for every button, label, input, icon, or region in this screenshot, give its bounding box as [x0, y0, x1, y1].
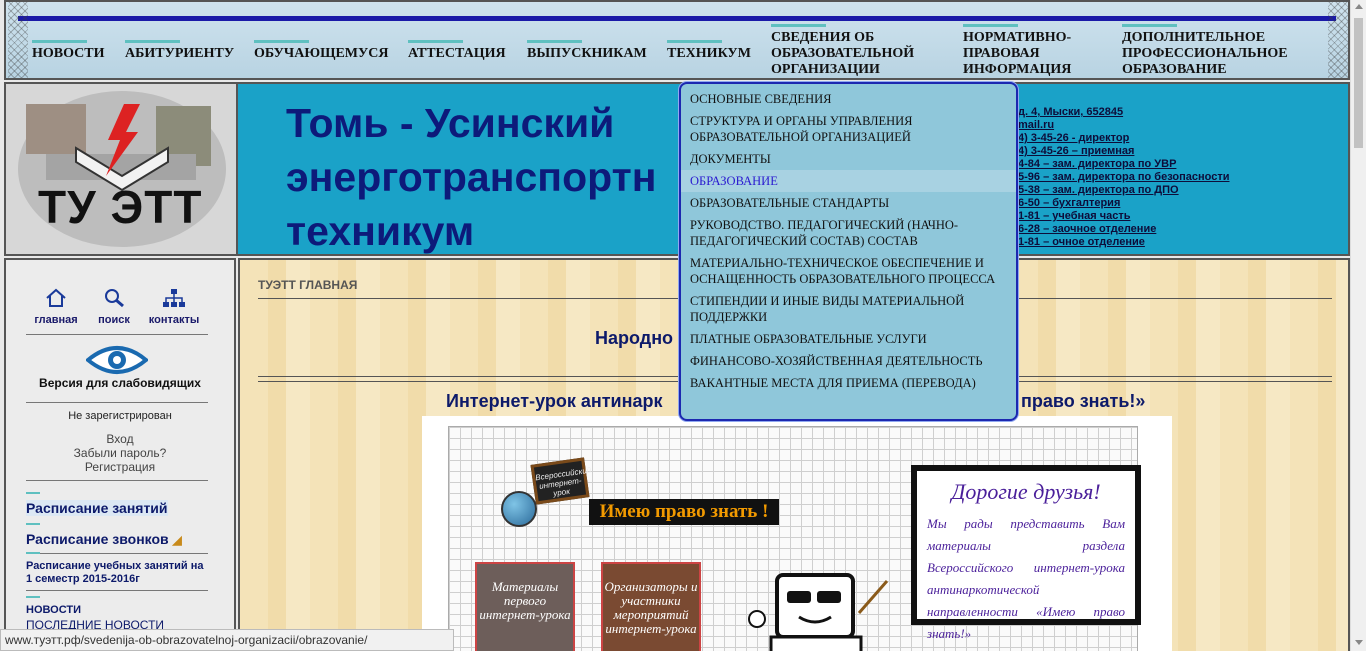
left-sidebar: главная поиск контакты Версия для слабов…: [4, 258, 236, 651]
breadcrumb[interactable]: ТУЭТТ ГЛАВНАЯ: [258, 278, 357, 292]
contact-line: д. 4, Мыски, 652845: [1018, 106, 1124, 118]
site-logo[interactable]: ТУ ЭТТ: [6, 84, 238, 254]
nav-item-students[interactable]: ОБУЧАЮЩЕМУСЯ: [254, 40, 389, 62]
divider: [26, 334, 208, 335]
divider: [26, 590, 208, 591]
forgot-password-link[interactable]: Забыли пароль?: [6, 446, 234, 460]
menu-item-scholarships[interactable]: СТИПЕНДИИ И ИНЫЕ ВИДЫ МАТЕРИАЛЬНОЙ ПОДДЕ…: [681, 290, 1016, 328]
quick-link-search[interactable]: поиск: [84, 288, 144, 326]
register-link[interactable]: Регистрация: [6, 460, 234, 474]
eye-icon[interactable]: [86, 344, 148, 376]
sitemap-icon: [163, 289, 185, 307]
menu-item-structure[interactable]: СТРУКТУРА И ОРГАНЫ УПРАВЛЕНИЯ ОБРАЗОВАТЕ…: [681, 110, 1016, 148]
globe-icon: [501, 491, 537, 527]
quick-link-label: поиск: [98, 314, 130, 326]
nav-item-graduates[interactable]: ВЫПУСКНИКАМ: [527, 40, 647, 62]
divider: [26, 480, 208, 481]
menu-item-paid-services[interactable]: ПЛАТНЫЕ ОБРАЗОВАТЕЛЬНЫЕ УСЛУГИ: [681, 328, 1016, 350]
divider: [26, 402, 208, 403]
contact-line: 6-50 – бухгалтерия: [1018, 197, 1121, 209]
menu-item-basic-info[interactable]: ОСНОВНЫЕ СВЕДЕНИЯ: [681, 88, 1016, 110]
class-schedule-link[interactable]: Расписание занятий: [26, 492, 168, 516]
menu-item-standards[interactable]: ОБРАЗОВАТЕЛЬНЫЕ СТАНДАРТЫ: [681, 192, 1016, 214]
news-label: НОВОСТИ: [26, 596, 82, 616]
login-link[interactable]: Вход: [6, 432, 234, 446]
chalkboard-sign: Всероссийский интернет-урок: [530, 457, 592, 505]
logo-text: ТУ ЭТТ: [38, 181, 203, 233]
subheading-start: Интернет-урок антинарк: [446, 391, 663, 411]
computer-mascot-icon: [748, 573, 889, 651]
site-header: ТУ ЭТТ Томь - Усинский энерготранспортн …: [4, 82, 1350, 256]
materials-card[interactable]: Материалы первого интернет-урока: [475, 562, 575, 651]
article-subheading[interactable]: Интернет-урок антинарк право знать!»: [446, 391, 1145, 412]
pylon-decoration: [1328, 2, 1348, 78]
subheading-end: право знать!»: [1021, 391, 1146, 411]
menu-item-documents[interactable]: ДОКУМЕНТЫ: [681, 148, 1016, 170]
low-vision-link[interactable]: Версия для слабовидящих: [6, 376, 234, 390]
home-icon: [46, 288, 66, 307]
menu-item-education[interactable]: ОБРАЗОВАНИЕ: [681, 170, 1016, 192]
contact-line[interactable]: mail.ru: [1018, 119, 1230, 132]
quick-link-label: главная: [34, 314, 78, 326]
site-title: Томь - Усинский энерготранспортн технику…: [286, 100, 657, 254]
board-text: Мы рады представить Вам материалы раздел…: [927, 516, 1125, 641]
presentation-board: Дорогие друзья! Мы рады представить Вам …: [911, 465, 1141, 641]
search-icon: [105, 289, 124, 308]
bell-schedule-link[interactable]: Расписание звонков ◢: [26, 523, 182, 547]
contact-line: 4) 3-45-26 – приемная: [1018, 145, 1135, 157]
bell-schedule-label: Расписание звонков: [26, 531, 169, 547]
nav-accent-bar: [18, 16, 1336, 21]
contact-line: 1-81 – очное отделение: [1018, 236, 1145, 248]
contact-line: 5-96 – зам. директора по безопасности: [1018, 171, 1230, 183]
banner-grid-background: Всероссийский интернет-урок Имею право з…: [448, 426, 1141, 651]
pylon-decoration: [8, 2, 28, 78]
nav-item-additional-education[interactable]: ДОПОЛНИТЕЛЬНОЕ ПРОФЕССИОНАЛЬНОЕ ОБРАЗОВА…: [1122, 24, 1312, 78]
quick-link-contacts[interactable]: контакты: [144, 288, 204, 326]
internet-lesson-banner[interactable]: Всероссийский интернет-урок Имею право з…: [422, 416, 1172, 651]
quick-link-label: контакты: [148, 314, 200, 326]
contact-line: 5-38 – зам. директора по ДПО: [1018, 184, 1179, 196]
nav-item-applicants[interactable]: АБИТУРИЕНТУ: [125, 40, 234, 62]
divider: [26, 553, 208, 554]
menu-item-financial[interactable]: ФИНАНСОВО-ХОЗЯЙСТВЕННАЯ ДЕЯТЕЛЬНОСТЬ: [681, 350, 1016, 372]
contact-line: 6-28 – заочное отделение: [1018, 223, 1157, 235]
nav-item-organization-info[interactable]: СВЕДЕНИЯ ОБ ОБРАЗОВАТЕЛЬНОЙ ОРГАНИЗАЦИИ: [771, 24, 936, 78]
nav-item-college[interactable]: ТЕХНИКУМ: [667, 40, 751, 62]
article-heading: Народно: [595, 328, 674, 348]
nav-item-regulatory-info[interactable]: НОРМАТИВНО-ПРАВОВАЯ ИНФОРМАЦИЯ: [963, 24, 1088, 78]
contact-line: 4-84 – зам. директора по УВР: [1018, 158, 1177, 170]
banner-slogan: Имею право знать !: [589, 499, 779, 525]
menu-item-vacancies[interactable]: ВАКАНТНЫЕ МЕСТА ДЛЯ ПРИЕМА (ПЕРЕВОДА): [681, 372, 1016, 394]
board-title: Дорогие друзья!: [951, 479, 1101, 504]
scroll-up-arrow-icon[interactable]: [1355, 4, 1363, 9]
scroll-down-arrow-icon[interactable]: [1355, 640, 1363, 645]
semester-schedule-link[interactable]: Расписание учебных занятий на 1 семестр …: [26, 552, 208, 586]
organization-info-dropdown: ОСНОВНЫЕ СВЕДЕНИЯ СТРУКТУРА И ОРГАНЫ УПР…: [679, 82, 1018, 421]
page-scrollbar[interactable]: [1350, 0, 1366, 651]
nav-item-news[interactable]: НОВОСТИ: [32, 40, 105, 62]
menu-item-facilities[interactable]: МАТЕРИАЛЬНО-ТЕХНИЧЕСКОЕ ОБЕСПЕЧЕНИЕ И ОС…: [681, 252, 1016, 290]
scrollbar-thumb[interactable]: [1354, 18, 1363, 148]
login-status: Не зарегистрирован: [68, 410, 172, 422]
bell-icon: ◢: [172, 533, 182, 547]
contact-line: 1-81 – учебная часть: [1018, 210, 1131, 222]
browser-status-bar: www.туэтт.рф/svedenija-ob-obrazovatelnoj…: [0, 629, 454, 651]
organizers-card[interactable]: Организаторы и участники мероприятий инт…: [601, 562, 701, 651]
top-navigation: НОВОСТИ АБИТУРИЕНТУ ОБУЧАЮЩЕМУСЯ АТТЕСТА…: [4, 0, 1350, 80]
menu-item-staff[interactable]: РУКОВОДСТВО. ПЕДАГОГИЧЕСКИЙ (НАЧНО-ПЕДАГ…: [681, 214, 1016, 252]
contacts-block: д. 4, Мыски, 652845 mail.ru 4) 3-45-26 -…: [1018, 106, 1230, 249]
contact-line: 4) 3-45-26 - директор: [1018, 132, 1130, 144]
nav-item-attestation[interactable]: АТТЕСТАЦИЯ: [408, 40, 506, 62]
quick-link-home[interactable]: главная: [26, 288, 86, 326]
